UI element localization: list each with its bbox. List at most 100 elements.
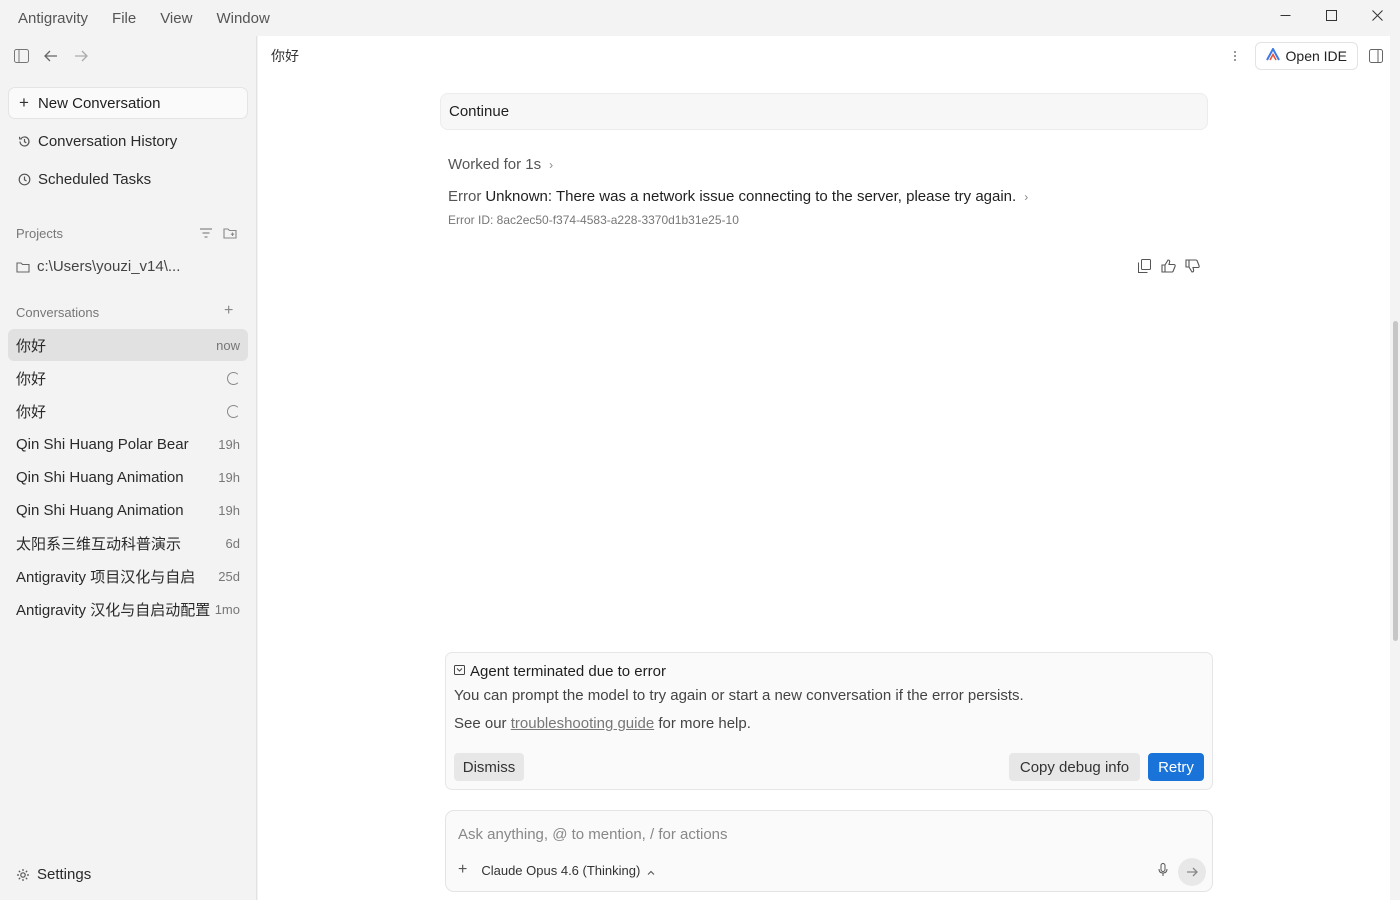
gear-icon [16,868,30,882]
loading-spinner-icon [227,404,240,418]
history-icon [17,134,31,148]
conversation-time: 6d [225,535,240,551]
chat-input[interactable]: Ask anything, @ to mention, / for action… [458,826,728,843]
thumbs-down-icon[interactable] [1184,258,1200,274]
scheduled-tasks-label: Scheduled Tasks [38,170,152,188]
antigravity-logo-icon [1265,46,1280,64]
send-button[interactable] [1178,858,1206,886]
loading-spinner-icon [227,371,240,385]
retry-button[interactable]: Retry [1148,753,1204,781]
alert-title-text: Agent terminated due to error [470,663,666,680]
right-panel-toggle-icon[interactable] [1362,42,1390,70]
open-ide-button[interactable]: Open IDE [1254,42,1358,70]
worked-for-label: Worked for 1s [448,156,542,173]
scheduled-tasks-item[interactable]: Scheduled Tasks [8,163,248,195]
error-text: Unknown: There was a network issue conne… [485,188,1017,205]
dismiss-button[interactable]: Dismiss [454,753,524,781]
alert-description: You can prompt the model to try again or… [454,687,1024,704]
conversation-title: Qin Shi Huang Animation [16,468,184,486]
header-actions: Open IDE [1225,42,1390,70]
copy-debug-info-button[interactable]: Copy debug info [1009,753,1140,781]
conversations-label: Conversations [16,305,100,320]
minimize-icon[interactable] [1262,0,1308,30]
new-conversation-label: New Conversation [37,94,161,112]
project-item[interactable]: c:\Users\youzi_v14\... [16,258,180,275]
alert-icon [454,663,465,680]
alert-help: See our troubleshooting guide for more h… [454,715,751,732]
conversation-title: Antigravity 汉化与自启动配置 [16,601,211,619]
add-attachment-icon[interactable]: + [458,861,467,879]
conversation-title: 你好 [16,337,47,355]
error-label: Error [448,188,482,205]
worked-for-toggle[interactable]: Worked for 1s › [448,156,553,173]
microphone-icon[interactable] [1158,863,1168,877]
conversation-title: 你好 [16,370,47,388]
conversation-item[interactable]: 你好 [8,362,248,394]
window-controls [1262,0,1400,30]
conversation-item[interactable]: Antigravity 汉化与自启动配置 1mo [8,593,248,625]
back-arrow-icon[interactable] [42,47,60,65]
conversation-history-item[interactable]: Conversation History [8,125,248,157]
conversation-item[interactable]: Qin Shi Huang Animation 19h [8,461,248,493]
conversation-item[interactable]: Antigravity 项目汉化与自启 25d [8,560,248,592]
conversation-title-header: 你好 [271,48,299,64]
sidebar-toolbar [0,36,256,76]
conversation-time: 25d [218,568,240,584]
conversation-item[interactable]: 你好 now [8,329,248,361]
plus-icon: + [19,93,29,112]
conversation-time: 1mo [214,601,240,617]
main-header: 你好 Open IDE [258,36,1390,76]
chevron-up-icon [647,863,655,878]
user-message-text: Continue [449,103,510,120]
conversation-title: Antigravity 项目汉化与自启 [16,568,196,586]
copy-icon[interactable] [1136,258,1152,274]
close-icon[interactable] [1354,0,1400,30]
open-ide-label: Open IDE [1285,48,1347,64]
folder-icon [16,261,30,273]
projects-actions [199,226,238,242]
conversation-time: 19h [218,436,240,452]
scrollbar[interactable] [1393,321,1398,641]
troubleshooting-guide-link[interactable]: troubleshooting guide [511,715,654,732]
maximize-icon[interactable] [1308,0,1354,30]
forward-arrow-icon[interactable] [72,47,90,65]
model-selector[interactable]: Claude Opus 4.6 (Thinking) [481,863,655,878]
conversation-item[interactable]: Qin Shi Huang Animation 19h [8,494,248,526]
conversation-item[interactable]: 你好 [8,395,248,427]
feedback-actions [1136,258,1200,274]
new-conversation-button[interactable]: + New Conversation [8,87,248,119]
title-bar: Antigravity File View Window [0,0,1400,36]
conversation-item[interactable]: 太阳系三维互动科普演示 6d [8,527,248,559]
settings-label: Settings [37,866,92,883]
conversation-history-label: Conversation History [38,132,178,150]
composer[interactable]: Ask anything, @ to mention, / for action… [445,810,1213,892]
new-conversation-plus-icon[interactable]: + [224,302,233,320]
menu-bar: Antigravity File View Window [0,0,294,36]
filter-icon[interactable] [199,226,213,242]
chevron-right-icon: › [1024,189,1029,204]
sidebar-toggle-icon[interactable] [12,47,30,65]
composer-toolbar: + Claude Opus 4.6 (Thinking) [458,861,655,879]
menu-window[interactable]: Window [216,10,269,27]
conversation-title: Qin Shi Huang Animation [16,501,184,519]
alert-title: Agent terminated due to error [454,663,666,680]
chevron-right-icon: › [549,157,554,172]
error-message[interactable]: Error Unknown: There was a network issue … [448,188,1028,205]
thumbs-up-icon[interactable] [1160,258,1176,274]
main-panel: 你好 Open IDE Continue Worked for 1s › Err… [258,36,1398,900]
conversation-time: 19h [218,469,240,485]
alert-help-prefix: See our [454,715,511,732]
model-name: Claude Opus 4.6 (Thinking) [481,862,641,878]
more-options-icon[interactable] [1225,46,1245,66]
conversation-time: 19h [218,502,240,518]
app-name: Antigravity [18,9,89,27]
conversation-item[interactable]: Qin Shi Huang Polar Bear 19h [8,428,248,460]
settings-button[interactable]: Settings [16,866,91,883]
add-folder-icon[interactable] [223,226,238,242]
conversation-time: now [216,337,240,353]
projects-label: Projects [16,226,63,241]
menu-view[interactable]: View [160,10,192,27]
menu-file[interactable]: File [112,10,136,27]
sidebar: + New Conversation Conversation History … [0,36,257,900]
conversation-title: Qin Shi Huang Polar Bear [16,435,189,453]
